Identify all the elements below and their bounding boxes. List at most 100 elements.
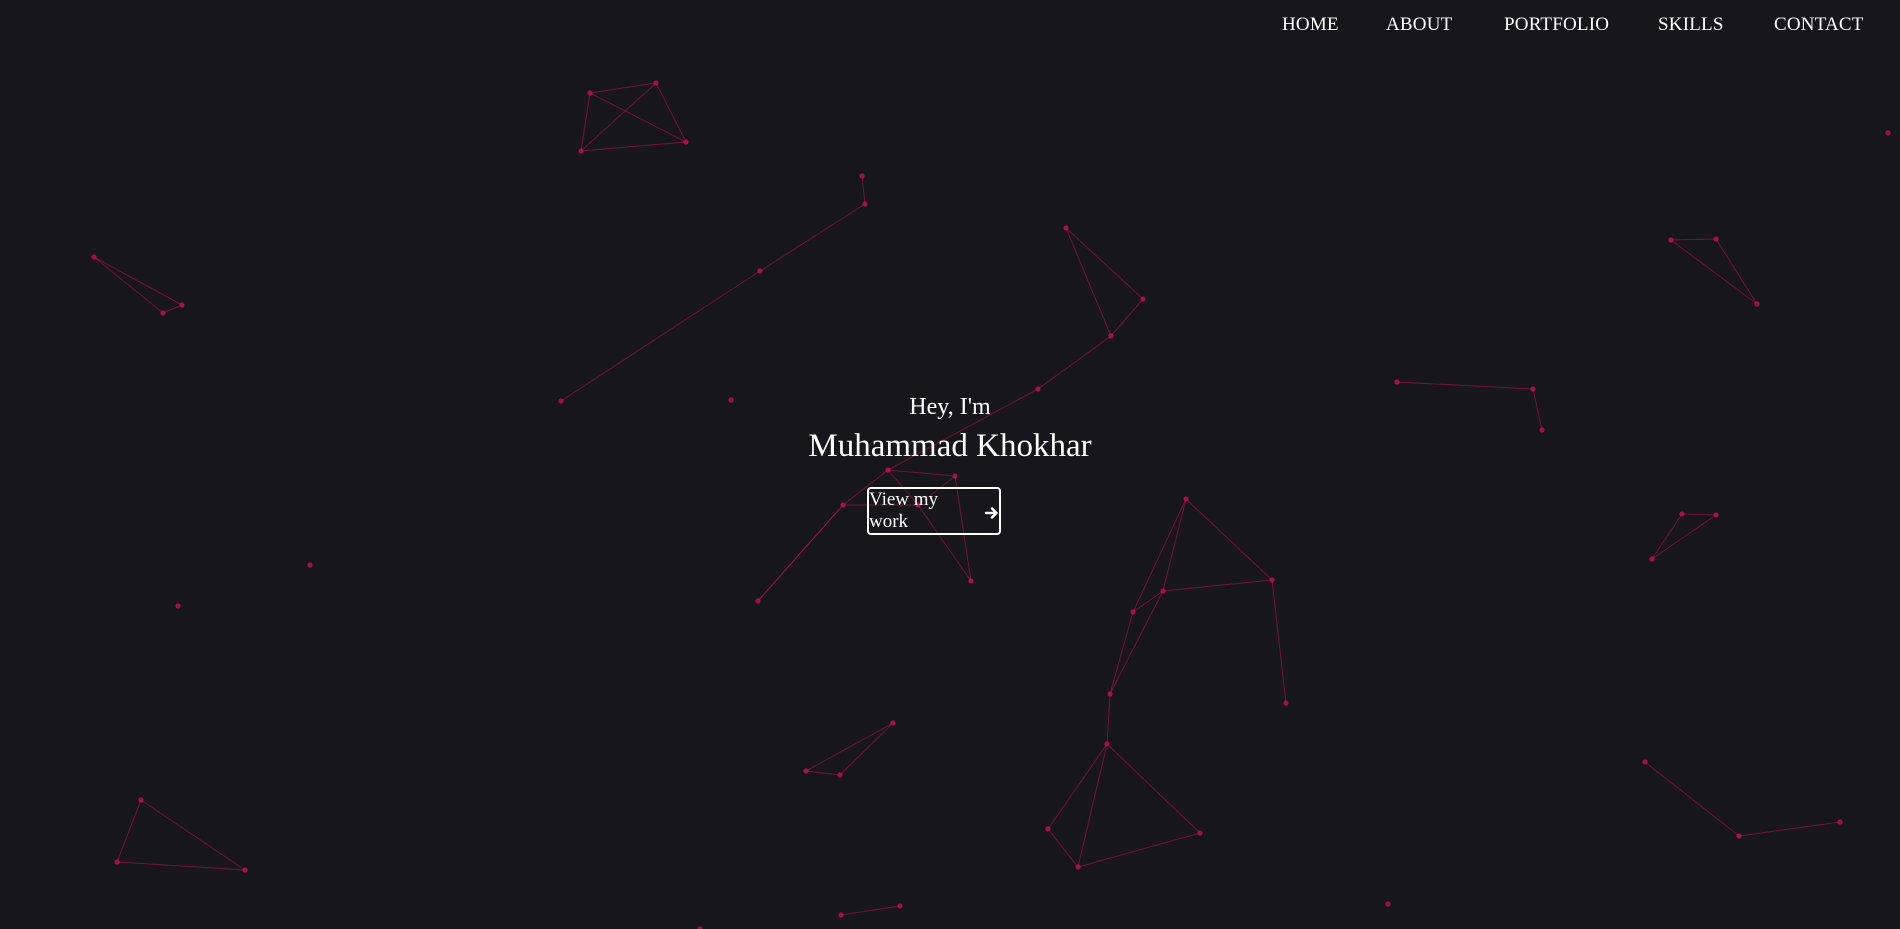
nav-link-home[interactable]: HOME	[1282, 14, 1339, 36]
particle-dot	[653, 80, 659, 86]
nav-link-skills[interactable]: SKILLS	[1658, 14, 1724, 36]
particle-dot	[1394, 379, 1400, 385]
particle-link	[589, 92, 687, 143]
particle-dot	[803, 768, 809, 774]
particle-dot	[890, 720, 896, 726]
particle-link	[1670, 239, 1758, 305]
particle-link	[580, 141, 687, 152]
particle-dot	[587, 90, 593, 96]
particle-link	[1185, 498, 1273, 581]
particle-dot	[179, 302, 185, 308]
particle-link	[805, 722, 894, 772]
particle-dot	[1130, 609, 1136, 615]
particle-link	[1532, 388, 1543, 431]
particle-link	[116, 861, 246, 871]
particle-link	[1681, 513, 1717, 516]
particle-link	[887, 388, 1039, 471]
particle-link	[1037, 335, 1112, 390]
particle-link	[1110, 298, 1144, 337]
particle-link	[1047, 743, 1108, 830]
particle-link	[1077, 743, 1108, 868]
particle-dot	[1736, 833, 1742, 839]
particle-dot	[1837, 819, 1843, 825]
particle-link	[1162, 579, 1273, 592]
particle-link	[1106, 693, 1111, 745]
particle-link	[1715, 238, 1758, 305]
particle-dot	[840, 502, 846, 508]
particle-dot	[755, 598, 761, 604]
particle-dot	[175, 603, 181, 609]
arrow-right-icon	[984, 504, 999, 519]
particle-link	[1651, 513, 1683, 560]
particle-dot	[728, 397, 734, 403]
particle-link	[1670, 238, 1717, 241]
particle-link	[1738, 821, 1841, 837]
particle-dot	[1063, 225, 1069, 231]
particle-dot	[1160, 588, 1166, 594]
particle-dot	[1530, 386, 1536, 392]
particle-dot	[1649, 556, 1655, 562]
particle-dot	[1385, 901, 1391, 907]
particle-dot	[91, 254, 97, 260]
particle-link	[1271, 579, 1287, 704]
particle-dot	[1754, 301, 1760, 307]
particle-link	[162, 304, 183, 314]
particle-dot	[1045, 826, 1051, 832]
particle-dot	[1183, 496, 1189, 502]
particle-link	[805, 770, 841, 776]
particle-link	[1047, 828, 1079, 868]
particle-dot	[1713, 512, 1719, 518]
particle-dot	[897, 903, 903, 909]
particle-dot	[138, 797, 144, 803]
particle-link	[140, 799, 246, 871]
particle-link	[840, 905, 901, 916]
particle-link	[1065, 227, 1144, 300]
particle-link	[887, 469, 956, 477]
nav-link-contact[interactable]: CONTACT	[1774, 14, 1864, 36]
particle-link	[1109, 611, 1134, 695]
particle-link	[93, 256, 164, 314]
particle-dot	[1642, 759, 1648, 765]
particle-dot	[885, 467, 891, 473]
particle-link	[580, 92, 591, 152]
particle-dot	[757, 268, 763, 274]
particle-link	[116, 799, 142, 863]
nav-link-about[interactable]: ABOUT	[1386, 14, 1452, 36]
nav-link-portfolio[interactable]: PORTFOLIO	[1504, 14, 1609, 36]
particle-dot	[1104, 741, 1110, 747]
particle-dot	[1035, 386, 1041, 392]
particle-dot	[1269, 577, 1275, 583]
particle-dot	[862, 201, 868, 207]
particle-link	[1077, 832, 1201, 868]
view-my-work-button[interactable]: View my work	[867, 487, 1001, 535]
particle-link	[861, 175, 866, 205]
particle-link	[1132, 498, 1187, 613]
particle-dot	[1197, 830, 1203, 836]
particle-dot	[859, 173, 865, 179]
particle-dot	[1283, 700, 1289, 706]
particle-dot	[1140, 296, 1146, 302]
particle-dot	[1108, 333, 1114, 339]
particle-link	[1109, 590, 1164, 695]
particle-dot	[160, 310, 166, 316]
particle-dot	[1668, 237, 1674, 243]
particle-dot	[968, 578, 974, 584]
particle-dot	[1075, 864, 1081, 870]
particle-link	[1651, 514, 1717, 560]
particle-dot	[1107, 691, 1113, 697]
particle-dot	[114, 859, 120, 865]
particle-link	[560, 270, 761, 402]
particle-link	[1106, 743, 1201, 834]
particle-link	[757, 504, 844, 602]
particle-link	[1644, 761, 1740, 837]
particle-dot	[1885, 130, 1891, 136]
particle-link	[655, 82, 687, 143]
particle-dot	[578, 148, 584, 154]
particle-link	[1065, 227, 1112, 337]
particle-dot	[837, 772, 843, 778]
particle-dot	[558, 398, 564, 404]
particle-dot	[683, 139, 689, 145]
particle-dot	[242, 867, 248, 873]
view-my-work-label: View my work	[869, 489, 939, 532]
particle-link	[839, 722, 894, 776]
